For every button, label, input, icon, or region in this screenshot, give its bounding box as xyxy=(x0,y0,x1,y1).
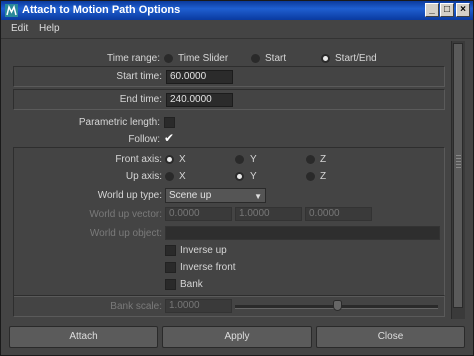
radio-front-y-label: Y xyxy=(250,154,257,165)
world-up-vector-z[interactable]: 0.0000 xyxy=(305,207,372,221)
start-time-group: Start time: 60.0000 xyxy=(13,66,445,87)
radio-up-y[interactable] xyxy=(235,172,244,181)
radio-up-x-label: X xyxy=(179,171,186,182)
close-window-button[interactable]: × xyxy=(456,3,470,17)
radio-front-y[interactable] xyxy=(235,155,244,164)
radio-start-label: Start xyxy=(265,53,287,64)
front-axis-label: Front axis: xyxy=(115,154,162,165)
world-up-object-label: World up object: xyxy=(89,228,162,239)
end-time-label: End time: xyxy=(119,94,162,105)
end-time-group: End time: 240.0000 xyxy=(13,89,445,110)
dialog-window: Attach to Motion Path Options _ □ × Edit… xyxy=(0,0,474,356)
radio-up-x[interactable] xyxy=(165,172,174,181)
parametric-length-label: Parametric length: xyxy=(78,117,160,128)
follow-options-group: Front axis: X Y Z Up axis: X Y Z World u… xyxy=(13,147,445,297)
window-title: Attach to Motion Path Options xyxy=(22,4,181,16)
radio-time-slider[interactable] xyxy=(164,54,173,63)
grip-line xyxy=(456,164,461,165)
start-time-label: Start time: xyxy=(116,71,162,82)
world-up-vector-y[interactable]: 1.0000 xyxy=(235,207,302,221)
radio-front-z[interactable] xyxy=(306,155,315,164)
world-up-object-field[interactable] xyxy=(165,226,440,240)
world-up-vector-label: World up vector: xyxy=(89,209,162,220)
inverse-up-label: Inverse up xyxy=(180,245,227,256)
options-panel: Time range: Time Slider Start Start/End … xyxy=(5,41,450,319)
inverse-front-label: Inverse front xyxy=(180,262,236,273)
bank-scale-label: Bank scale: xyxy=(110,301,162,312)
grip-line xyxy=(456,167,461,168)
up-axis-label: Up axis: xyxy=(125,171,162,182)
bank-label: Bank xyxy=(180,279,203,290)
world-up-type-dropdown[interactable]: Scene up ▼ xyxy=(165,188,266,203)
grip-line xyxy=(456,161,461,162)
radio-front-x-label: X xyxy=(179,154,186,165)
minimize-button[interactable]: _ xyxy=(425,3,439,17)
grip-line xyxy=(456,158,461,159)
follow-label: Follow: xyxy=(128,134,160,145)
menu-help[interactable]: Help xyxy=(39,23,60,34)
end-time-field[interactable]: 240.0000 xyxy=(166,93,233,107)
vertical-scrollbar[interactable] xyxy=(451,41,465,319)
world-up-type-value: Scene up xyxy=(169,190,212,201)
scrollbar-thumb[interactable] xyxy=(453,43,463,308)
inverse-front-checkbox[interactable] xyxy=(165,262,176,273)
start-time-field[interactable]: 60.0000 xyxy=(166,70,233,84)
time-range-label: Time range: xyxy=(107,53,160,64)
menu-bar: Edit Help xyxy=(1,20,473,39)
menu-edit[interactable]: Edit xyxy=(11,23,28,34)
maximize-button[interactable]: □ xyxy=(440,3,454,17)
maya-app-icon xyxy=(5,4,18,17)
title-bar[interactable]: Attach to Motion Path Options _ □ × xyxy=(1,1,473,20)
radio-up-z[interactable] xyxy=(306,172,315,181)
world-up-vector-x[interactable]: 0.0000 xyxy=(165,207,232,221)
bank-scale-slider-knob[interactable] xyxy=(332,300,342,311)
bank-checkbox[interactable] xyxy=(165,279,176,290)
parametric-length-checkbox[interactable] xyxy=(164,117,175,128)
radio-start-end-label: Start/End xyxy=(335,53,377,64)
radio-front-z-label: Z xyxy=(320,154,327,165)
close-button[interactable]: Close xyxy=(316,326,465,348)
world-up-type-label: World up type: xyxy=(97,190,162,201)
radio-start[interactable] xyxy=(251,54,260,63)
chevron-down-icon: ▼ xyxy=(254,192,262,201)
radio-front-x[interactable] xyxy=(165,155,174,164)
follow-checkbox[interactable]: ✔ xyxy=(164,132,175,144)
grip-line xyxy=(456,155,461,156)
bank-scale-field[interactable]: 1.0000 xyxy=(165,299,232,313)
radio-up-z-label: Z xyxy=(320,171,327,182)
bank-scale-group: Bank scale: 1.0000 xyxy=(13,295,445,317)
radio-time-slider-label: Time Slider xyxy=(178,53,229,64)
radio-start-end[interactable] xyxy=(321,54,330,63)
radio-up-y-label: Y xyxy=(250,171,257,182)
inverse-up-checkbox[interactable] xyxy=(165,245,176,256)
apply-button[interactable]: Apply xyxy=(162,326,312,348)
attach-button[interactable]: Attach xyxy=(9,326,158,348)
